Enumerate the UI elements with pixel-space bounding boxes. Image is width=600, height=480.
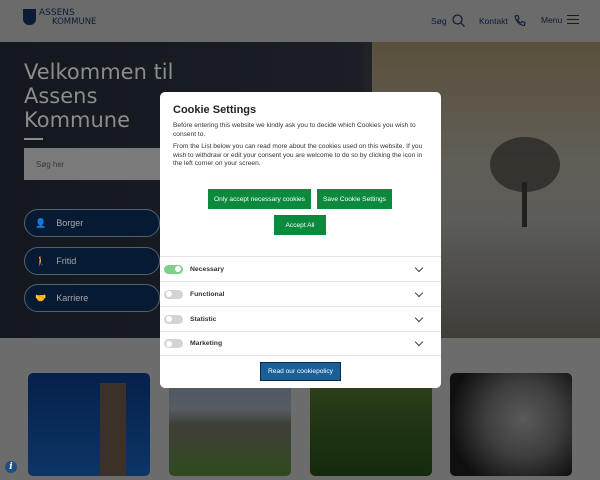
tree-trunk [522,182,527,227]
cookie-dialog: Cookie Settings Before entering this web… [160,92,441,388]
link-label: Fritid [56,256,77,266]
person-icon: 👤 [35,217,47,228]
link-borger[interactable]: 👤 Borger [24,209,160,237]
menu-button[interactable]: Menu [541,14,580,25]
contact-label: Kontakt [479,15,508,26]
link-label: Karriere [56,293,89,303]
menu-label: Menu [541,14,563,25]
toggle-statistic[interactable] [164,314,183,324]
card-road[interactable] [169,373,291,476]
toggle-functional[interactable] [164,289,183,299]
card-church[interactable] [28,373,150,476]
divider [24,138,43,140]
link-label: Borger [56,218,84,228]
link-karriere[interactable]: 🤝 Karriere [24,284,160,312]
card-landscape[interactable] [310,373,432,476]
toggle-marketing[interactable] [164,339,183,348]
phone-icon [514,14,526,27]
search-button[interactable]: Søg [431,14,465,27]
site-header: ASSENS KOMMUNE Søg Kontakt Menu [0,0,600,42]
cookie-details: From the List below you can read more ab… [173,143,423,167]
search-label: Søg [431,15,447,26]
accept-all-button[interactable]: Accept All [274,215,326,235]
save-settings-button[interactable]: Save Cookie Settings [317,189,392,209]
hamburger-icon [567,14,580,25]
cookie-info-icon[interactable]: i [5,461,17,473]
card-child[interactable] [450,373,572,476]
cookie-title: Cookie Settings [173,104,257,116]
link-fritid[interactable]: 🚶 Fritid [24,247,160,275]
chevron-down-icon[interactable] [414,288,424,297]
chevron-down-icon[interactable] [414,313,424,322]
accept-necessary-button[interactable]: Only accept necessary cookies [208,189,311,209]
hiker-icon: 🚶 [35,255,47,266]
category-label: Statistic [190,315,217,323]
shield-icon [23,9,36,25]
search-icon [451,14,465,27]
tower-image [100,383,126,476]
logo-line2: KOMMUNE [52,17,97,27]
category-statistic[interactable]: Statistic [160,306,441,331]
chevron-down-icon[interactable] [414,337,424,347]
chevron-down-icon[interactable] [414,263,424,272]
category-label: Marketing [190,340,223,347]
category-label: Necessary [190,265,225,273]
toggle-necessary[interactable] [164,264,183,274]
cookie-policy-button[interactable]: Read our cookiepolicy [260,362,341,381]
logo[interactable]: ASSENS KOMMUNE [23,9,96,27]
contact-button[interactable]: Kontakt [479,14,526,27]
handshake-icon: 🤝 [35,292,47,303]
category-marketing[interactable]: Marketing [160,331,441,356]
category-necessary[interactable]: Necessary [160,256,441,281]
category-functional[interactable]: Functional [160,281,441,306]
category-label: Functional [190,290,225,298]
cookie-intro: Before entering this website we kindly a… [173,122,416,138]
